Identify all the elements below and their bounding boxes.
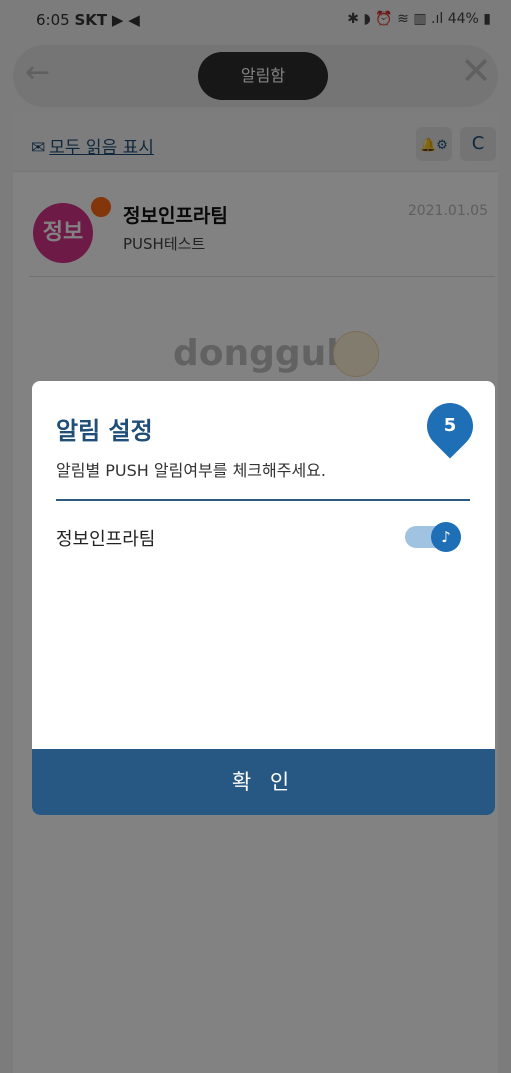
step-badge-number: 5 xyxy=(443,415,457,436)
dialog-description: 알림별 PUSH 알림여부를 체크해주세요. xyxy=(56,461,326,480)
dialog-title: 알림 설정 xyxy=(56,417,153,445)
dialog-divider xyxy=(56,499,470,501)
confirm-button[interactable]: 확 인 xyxy=(32,749,495,815)
notification-settings-dialog: 알림 설정 5 알림별 PUSH 알림여부를 체크해주세요. 정보인프라팀 ♪ … xyxy=(32,381,495,815)
bell-icon: ♪ xyxy=(431,522,461,552)
push-toggle[interactable]: ♪ xyxy=(405,522,465,552)
setting-label: 정보인프라팀 xyxy=(56,529,156,550)
step-badge: 5 xyxy=(417,393,483,459)
